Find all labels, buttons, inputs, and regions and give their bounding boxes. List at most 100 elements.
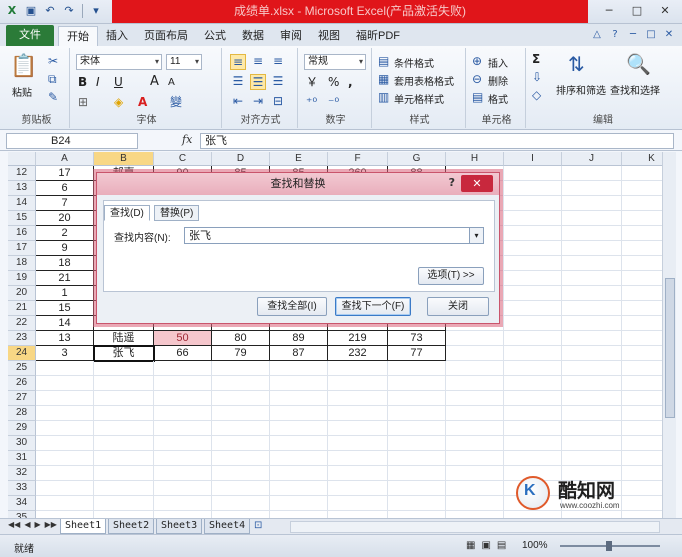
fill-color-icon[interactable]: ◈ <box>114 95 123 109</box>
row-header-15[interactable]: 15 <box>8 211 36 226</box>
format-as-table-button[interactable]: 套用表格格式 <box>394 73 454 88</box>
insert-function-button[interactable]: fx <box>182 133 192 146</box>
delete-cells-button[interactable]: 删除 <box>488 73 508 88</box>
cell-a19[interactable]: 21 <box>36 271 94 286</box>
cell-styles-button[interactable]: 单元格样式 <box>394 91 444 106</box>
find-what-input[interactable]: 张飞 ▾ <box>184 227 484 244</box>
cell-j29[interactable] <box>562 421 622 436</box>
column-header-a[interactable]: A <box>36 152 94 166</box>
cell-d32[interactable] <box>212 466 270 481</box>
vertical-scrollbar[interactable] <box>662 152 676 518</box>
insert-cells-button[interactable]: 插入 <box>488 55 508 70</box>
formula-input[interactable]: 张飞 <box>200 133 674 149</box>
cell-k12[interactable] <box>622 166 662 181</box>
cell-g35[interactable] <box>388 511 446 518</box>
cell-k14[interactable] <box>622 196 662 211</box>
sort-filter-icon[interactable]: ⇅ <box>568 52 585 76</box>
cell-c27[interactable] <box>154 391 212 406</box>
last-sheet-icon[interactable]: ▶▶ <box>45 520 57 529</box>
cell-g25[interactable] <box>388 361 446 376</box>
cell-g30[interactable] <box>388 436 446 451</box>
cell-c24[interactable]: 66 <box>154 346 212 361</box>
cell-a28[interactable] <box>36 406 94 421</box>
cell-k28[interactable] <box>622 406 662 421</box>
cell-a18[interactable]: 18 <box>36 256 94 271</box>
cell-d35[interactable] <box>212 511 270 518</box>
row-header-14[interactable]: 14 <box>8 196 36 211</box>
find-select-button[interactable]: 查找和选择 <box>610 82 660 97</box>
decrease-decimal-icon[interactable]: ⁻⁰ <box>328 95 339 109</box>
align-left-icon[interactable]: ☰ <box>230 74 246 88</box>
column-header-k[interactable]: K <box>622 152 662 166</box>
sort-filter-button[interactable]: 排序和筛选 <box>556 82 606 97</box>
cell-e35[interactable] <box>270 511 328 518</box>
cell-a16[interactable]: 2 <box>36 226 94 241</box>
cell-i23[interactable] <box>504 331 562 346</box>
column-header-e[interactable]: E <box>270 152 328 166</box>
zoom-level[interactable]: 100% <box>522 540 548 551</box>
cell-h28[interactable] <box>446 406 504 421</box>
cell-k24[interactable] <box>622 346 662 361</box>
row-header-19[interactable]: 19 <box>8 271 36 286</box>
cell-d29[interactable] <box>212 421 270 436</box>
cell-e30[interactable] <box>270 436 328 451</box>
row-header-34[interactable]: 34 <box>8 496 36 511</box>
name-box[interactable]: B24 <box>6 133 138 149</box>
format-cells-button[interactable]: 格式 <box>488 91 508 106</box>
font-size-combo[interactable]: 11 ▾ <box>166 54 202 70</box>
cell-e23[interactable]: 89 <box>270 331 328 346</box>
cell-k22[interactable] <box>622 316 662 331</box>
cell-e27[interactable] <box>270 391 328 406</box>
cell-a31[interactable] <box>36 451 94 466</box>
cell-k26[interactable] <box>622 376 662 391</box>
tab-home[interactable]: 开始 <box>58 26 98 46</box>
cell-k15[interactable] <box>622 211 662 226</box>
cell-h31[interactable] <box>446 451 504 466</box>
cell-j13[interactable] <box>562 181 622 196</box>
format-painter-icon[interactable]: ✎ <box>48 90 58 104</box>
cell-f34[interactable] <box>328 496 388 511</box>
row-header-35[interactable]: 35 <box>8 511 36 518</box>
cell-a22[interactable]: 14 <box>36 316 94 331</box>
ribbon-collapse-icon[interactable]: △ <box>590 28 604 42</box>
cell-j21[interactable] <box>562 301 622 316</box>
tab-find[interactable]: 查找(D) <box>104 205 150 221</box>
row-header-22[interactable]: 22 <box>8 316 36 331</box>
increase-decimal-icon[interactable]: ⁺⁰ <box>306 95 317 109</box>
currency-button[interactable]: ￥ <box>306 75 318 89</box>
cell-f26[interactable] <box>328 376 388 391</box>
vertical-scroll-thumb[interactable] <box>665 278 675 418</box>
autosum-icon[interactable]: Σ <box>532 52 540 66</box>
tab-data[interactable]: 数据 <box>234 26 272 46</box>
row-header-31[interactable]: 31 <box>8 451 36 466</box>
cell-i17[interactable] <box>504 241 562 256</box>
cell-a14[interactable]: 7 <box>36 196 94 211</box>
cell-i22[interactable] <box>504 316 562 331</box>
row-header-17[interactable]: 17 <box>8 241 36 256</box>
row-header-27[interactable]: 27 <box>8 391 36 406</box>
cell-e33[interactable] <box>270 481 328 496</box>
cell-c23[interactable]: 50 <box>154 331 212 346</box>
cell-a23[interactable]: 13 <box>36 331 94 346</box>
cell-g26[interactable] <box>388 376 446 391</box>
sheet-tab-3[interactable]: Sheet3 <box>156 519 203 534</box>
cell-b31[interactable] <box>94 451 154 466</box>
cell-c34[interactable] <box>154 496 212 511</box>
cell-i26[interactable] <box>504 376 562 391</box>
column-header-c[interactable]: C <box>154 152 212 166</box>
cell-b27[interactable] <box>94 391 154 406</box>
number-format-combo[interactable]: 常规 ▾ <box>304 54 366 70</box>
cell-j12[interactable] <box>562 166 622 181</box>
cell-d23[interactable]: 80 <box>212 331 270 346</box>
row-header-20[interactable]: 20 <box>8 286 36 301</box>
tab-file[interactable]: 文件 <box>6 25 54 46</box>
row-header-16[interactable]: 16 <box>8 226 36 241</box>
cell-i20[interactable] <box>504 286 562 301</box>
column-header-i[interactable]: I <box>504 152 562 166</box>
help-icon[interactable]: ? <box>608 28 622 42</box>
new-sheet-icon[interactable]: ⊡ <box>254 520 262 531</box>
cell-f23[interactable]: 219 <box>328 331 388 346</box>
paste-icon[interactable]: 📋 <box>10 54 38 80</box>
find-next-button[interactable]: 查找下一个(F) <box>335 297 411 316</box>
cell-f35[interactable] <box>328 511 388 518</box>
